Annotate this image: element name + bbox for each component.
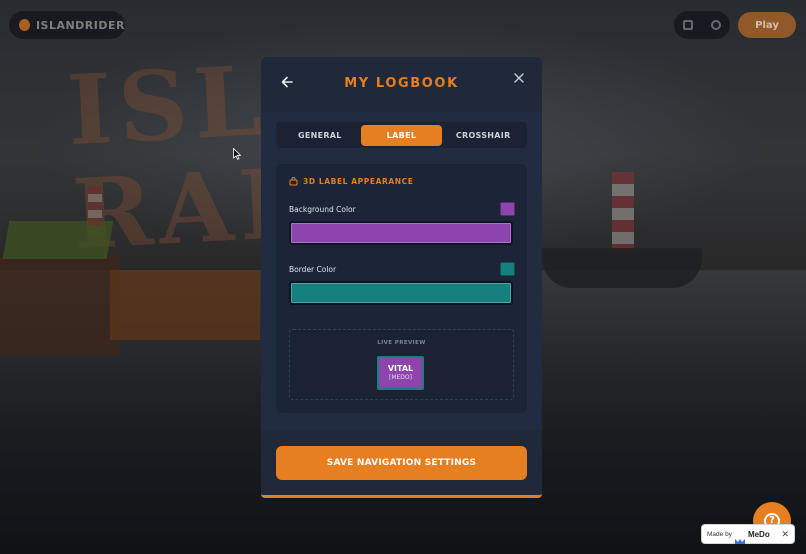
background-color-input[interactable] <box>289 221 513 245</box>
top-cta-button[interactable]: Play <box>738 12 796 38</box>
background-color-swatch[interactable] <box>500 202 515 216</box>
border-color-input[interactable] <box>289 281 513 305</box>
border-color-label: Border Color <box>289 265 337 274</box>
modal-title: MY LOGBOOK <box>344 76 459 91</box>
medo-logo-icon <box>734 531 745 544</box>
bag-icon[interactable] <box>683 20 693 30</box>
tag-icon <box>289 177 298 186</box>
preview-label-name: VITAL <box>387 364 414 373</box>
tab-crosshair[interactable]: CROSSHAIR <box>442 125 524 146</box>
made-by-brand: MeDo <box>747 529 770 539</box>
panel-heading-text: 3D LABEL APPEARANCE <box>303 177 414 186</box>
label-appearance-panel: 3D LABEL APPEARANCE Background Color Bor… <box>276 164 527 413</box>
made-by-badge[interactable]: Made by MeDo ✕ <box>701 524 795 544</box>
brand-logo[interactable]: ISLANDRIDER <box>9 11 125 39</box>
tab-label[interactable]: LABEL <box>360 124 443 146</box>
settings-tabs: GENERAL LABEL CROSSHAIR <box>276 122 527 148</box>
modal-footer: SAVE NAVIGATION SETTINGS <box>261 430 542 495</box>
save-settings-button[interactable]: SAVE NAVIGATION SETTINGS <box>276 446 527 480</box>
user-icon[interactable] <box>711 20 721 30</box>
mouse-cursor-icon <box>233 145 242 160</box>
brand-name: ISLANDRIDER <box>35 18 125 32</box>
live-preview-label: LIVE PREVIEW <box>377 340 426 346</box>
brand-icon <box>19 19 30 31</box>
modal-header: MY LOGBOOK <box>261 57 542 112</box>
made-by-text: Made by <box>707 530 732 538</box>
panel-heading: 3D LABEL APPEARANCE <box>289 177 413 186</box>
logbook-modal: MY LOGBOOK GENERAL LABEL CROSSHAIR 3D LA… <box>261 57 542 498</box>
preview-label-chip: VITAL [MEDO] <box>377 356 424 390</box>
background-color-label: Background Color <box>289 205 356 214</box>
close-icon[interactable] <box>512 71 526 87</box>
preview-label-sub: [MEDO] <box>389 374 412 381</box>
live-preview-box: LIVE PREVIEW VITAL [MEDO] <box>289 329 514 400</box>
top-icon-group <box>674 11 730 39</box>
border-color-swatch[interactable] <box>500 262 515 276</box>
badge-close-icon[interactable]: ✕ <box>781 529 789 540</box>
tab-general[interactable]: GENERAL <box>279 125 361 146</box>
